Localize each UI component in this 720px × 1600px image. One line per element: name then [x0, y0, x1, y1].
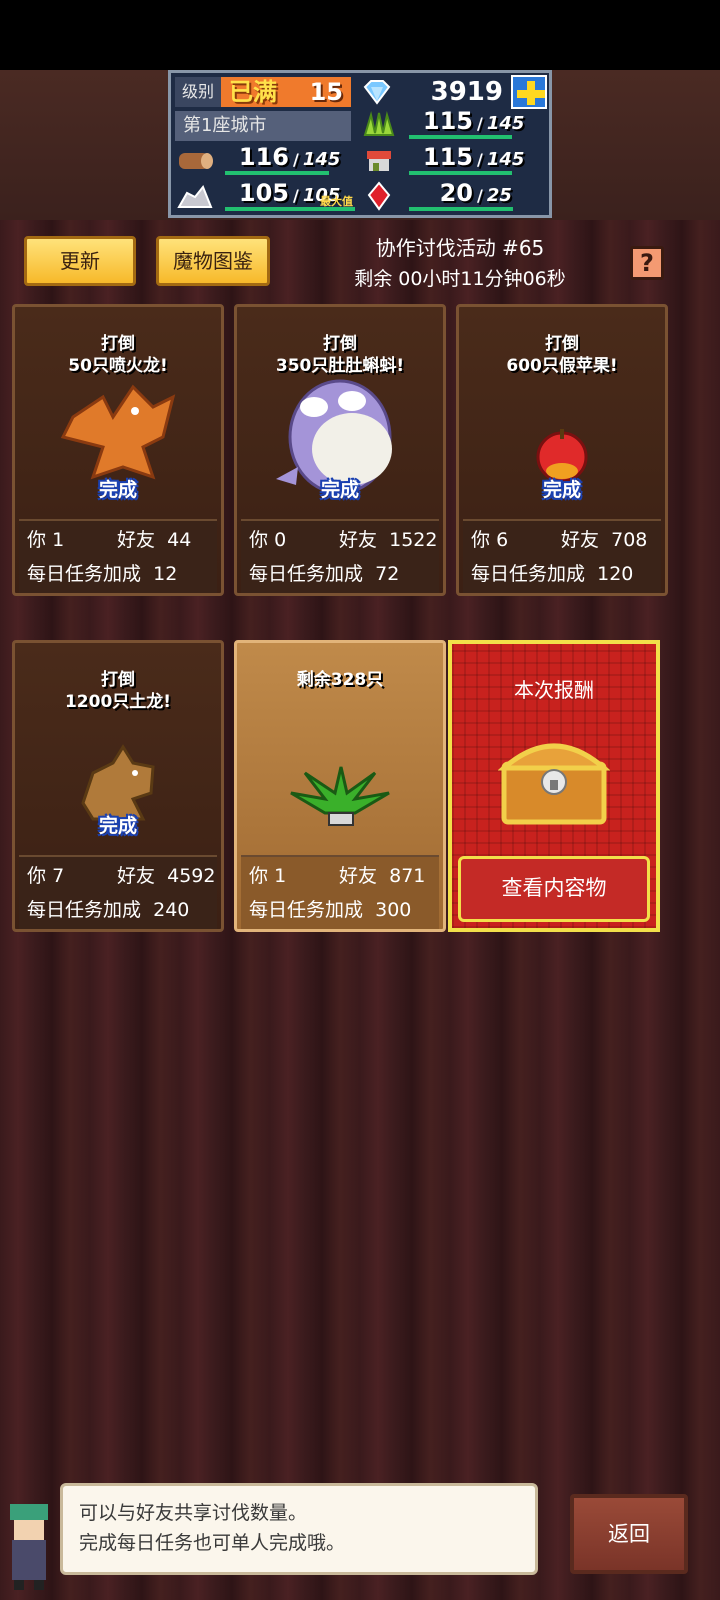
- card-stats: 你 7 好友 4592 每日任务加成 240: [19, 855, 217, 929]
- level-label: 级别: [175, 77, 221, 107]
- grass-icon: [359, 109, 399, 139]
- add-gems-button[interactable]: [511, 75, 547, 109]
- plant-monster-icon: [285, 763, 395, 837]
- you-count: 1: [52, 529, 65, 551]
- resource-grass: 115/145: [359, 107, 547, 141]
- crystal-max: 25: [486, 185, 512, 206]
- remaining-count: 剩余328只: [296, 670, 384, 690]
- hint-line-2: 完成每日任务也可单人完成哦。: [79, 1532, 346, 1554]
- refresh-button[interactable]: 更新: [24, 236, 136, 286]
- wood-current: 116: [238, 143, 289, 171]
- complete-label: 完成: [98, 479, 137, 501]
- bonus-count: 240: [153, 899, 190, 921]
- market-bar: [409, 171, 512, 175]
- ore-icon: [175, 181, 215, 211]
- bonus-count: 12: [153, 563, 178, 585]
- bonus-count: 120: [597, 563, 634, 585]
- complete-label: 完成: [98, 815, 137, 837]
- treasure-chest-icon: [497, 724, 611, 832]
- hint-line-1: 可以与好友共享讨伐数量。: [79, 1502, 308, 1524]
- card-title: 打倒 50只喷火龙!: [68, 334, 168, 376]
- resource-market: 115/145: [359, 143, 547, 177]
- you-count: 0: [274, 529, 287, 551]
- reward-title: 本次报酬: [514, 678, 594, 702]
- market-max: 145: [486, 149, 525, 170]
- card-stats: 你 0 好友 1522 每日任务加成 72: [241, 519, 439, 593]
- bonus-count: 72: [375, 563, 400, 585]
- crystal-bar: [409, 207, 513, 211]
- friend-count: 708: [611, 529, 648, 551]
- event-title: 协作讨伐活动 #65: [375, 236, 545, 260]
- level-value: 15: [285, 77, 351, 107]
- friend-count: 44: [167, 529, 192, 551]
- card-title: 打倒 1200只土龙!: [64, 670, 172, 712]
- you-count: 7: [52, 865, 65, 887]
- bestiary-button[interactable]: 魔物图鉴: [156, 236, 270, 286]
- grass-current: 115: [422, 107, 473, 135]
- monster-card-earth-dragon[interactable]: 打倒 1200只土龙! 完成 你 7 好友 4592 每日任务加成 240: [12, 640, 224, 932]
- resource-ore: 105/105 最大值: [175, 179, 355, 213]
- grass-max: 145: [486, 113, 525, 134]
- monster-card-plant[interactable]: 剩余328只 你 1 好友 871 每日任务加成 300: [234, 640, 446, 932]
- crystal-current: 20: [439, 179, 473, 207]
- fire-dragon-icon: [53, 377, 183, 491]
- friend-count: 871: [389, 865, 426, 887]
- view-contents-button[interactable]: 查看内容物: [458, 856, 650, 922]
- monster-card-tadpole[interactable]: 打倒 350只肚肚蝌蚪! 完成 你 0 好友 1522 每日任务加成 72: [234, 304, 446, 596]
- resource-hud: 级别 已满 15 第1座城市 3919 116/145 115/145 115/…: [168, 70, 552, 218]
- red-crystal-icon: [359, 181, 399, 211]
- help-button[interactable]: ?: [630, 246, 664, 280]
- monster-card-fake-apple[interactable]: 打倒 600只假苹果! 完成 你 6 好友 708 每日任务加成 120: [456, 304, 668, 596]
- event-countdown: 剩余 00小时11分钟06秒: [354, 268, 566, 290]
- wood-max: 145: [302, 149, 341, 170]
- market-current: 115: [422, 143, 473, 171]
- market-stall-icon: [359, 145, 399, 175]
- complete-label: 完成: [542, 479, 581, 501]
- grass-bar: [409, 135, 512, 139]
- reward-panel: 本次报酬 查看内容物: [448, 640, 660, 932]
- card-title: 剩余328只: [237, 669, 443, 691]
- guide-avatar: [0, 1502, 56, 1592]
- resource-crystal: 20/25: [359, 179, 547, 213]
- ore-bar: [225, 207, 355, 211]
- friend-count: 1522: [389, 529, 438, 551]
- you-count: 6: [496, 529, 509, 551]
- wood-bar: [225, 171, 329, 175]
- monster-card-fire-dragon[interactable]: 打倒 50只喷火龙! 完成 你 1 好友 44 每日任务加成 12: [12, 304, 224, 596]
- back-button[interactable]: 返回: [570, 1494, 688, 1574]
- wood-log-icon: [175, 145, 215, 175]
- city-name: 第1座城市: [175, 111, 351, 141]
- ore-current: 105: [238, 179, 289, 207]
- level-max-badge: 已满: [221, 77, 285, 107]
- card-stats: 你 6 好友 708 每日任务加成 120: [463, 519, 661, 593]
- hint-dialog: 可以与好友共享讨伐数量。 完成每日任务也可单人完成哦。: [60, 1483, 538, 1575]
- status-bar: [0, 0, 720, 70]
- bonus-count: 300: [375, 899, 412, 921]
- friend-count: 4592: [167, 865, 216, 887]
- resource-wood: 116/145: [175, 143, 355, 177]
- complete-label: 完成: [320, 479, 359, 501]
- diamond-icon: [357, 77, 397, 107]
- you-count: 1: [274, 865, 287, 887]
- card-title: 打倒 600只假苹果!: [506, 334, 618, 376]
- card-stats: 你 1 好友 44 每日任务加成 12: [19, 519, 217, 593]
- gem-count: 3919: [430, 77, 503, 107]
- card-stats: 你 1 好友 871 每日任务加成 300: [241, 855, 439, 929]
